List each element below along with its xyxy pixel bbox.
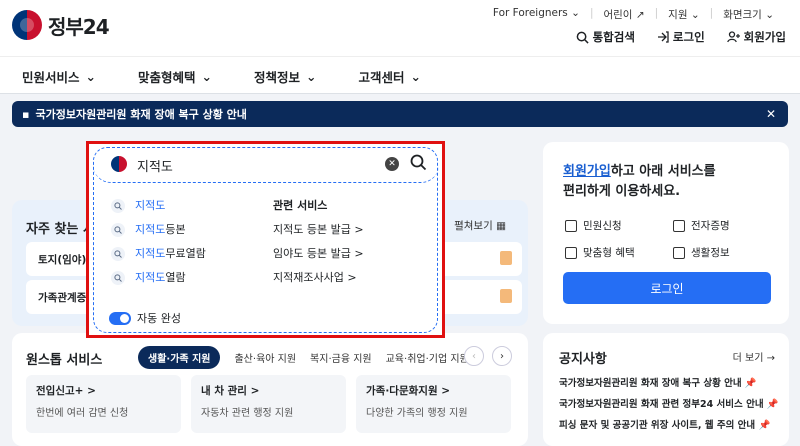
notice-item[interactable]: 국가정보자원관리원 화재 관련 정부24 서비스 안내 📌 — [559, 394, 779, 415]
one-stop-tile[interactable]: 내 차 관리 > 자동차 관련 행정 지원 — [191, 375, 346, 433]
font-size-menu[interactable]: 화면크기 ⌄ — [723, 7, 774, 22]
pin-icon: 📌 — [744, 378, 757, 389]
chevron-down-icon: ⌄ — [306, 69, 317, 84]
suggestion-list: 지적도 지적도등본 지적도무료열람 지적도열람 — [111, 194, 206, 290]
prev-icon[interactable]: ‹ — [464, 346, 484, 366]
quick-custom-benefits[interactable]: 맞춤형 혜택 — [565, 245, 673, 260]
one-stop-tabs: 생활·가족 지원 출산·육아 지원 복지·금융 지원 교육·취업·기업 지원 — [138, 346, 469, 369]
search-icon — [111, 199, 125, 213]
one-stop-tile[interactable]: 전입신고+ > 한번에 여러 감면 신청 — [26, 375, 181, 433]
chevron-down-icon: ⌄ — [690, 9, 700, 21]
one-stop-tile[interactable]: 가족·다문화지원 > 다양한 가족의 행정 지원 — [356, 375, 511, 433]
chevron-down-icon: ⌄ — [201, 69, 212, 84]
nav-civil-service[interactable]: 민원서비스 ⌄ — [22, 67, 96, 86]
nav-policy-info[interactable]: 정책정보 ⌄ — [254, 67, 317, 86]
search-icon — [111, 247, 125, 261]
login-button[interactable]: 로그인 — [563, 272, 771, 304]
site-logo[interactable]: 정부24 — [12, 10, 110, 40]
header: 정부24 For Foreigners ⌄ | 어린이 ↗ | 지원 ⌄ | 화… — [0, 0, 800, 56]
external-link-icon: ↗ — [635, 9, 645, 21]
signup-inline-link[interactable]: 회원가입 — [563, 164, 611, 179]
related-service-link[interactable]: 지적도 등본 발급 > — [273, 218, 364, 242]
notice-item[interactable]: 국가정보자원관리원 화재 장애 복구 상황 안내 📌 — [559, 373, 779, 394]
quick-e-certificate[interactable]: 전자증명 — [673, 218, 773, 233]
suggestion-item[interactable]: 지적도등본 — [111, 218, 206, 242]
kids-link[interactable]: 어린이 ↗ — [603, 7, 644, 22]
suggestion-item[interactable]: 지적도열람 — [111, 266, 206, 290]
close-icon[interactable]: ✕ — [766, 107, 776, 121]
related-service-link[interactable]: 지적재조사사업 > — [273, 266, 364, 290]
alert-bullet-icon: ▪ — [22, 107, 30, 121]
notice-more-link[interactable]: 더 보기 → — [733, 349, 775, 364]
bookmark-icon — [673, 246, 685, 259]
logo-text: 정부24 — [48, 14, 110, 39]
chevron-down-icon: ⌄ — [85, 69, 96, 84]
related-services-title: 관련 서비스 — [273, 199, 328, 212]
document-icon — [500, 289, 512, 303]
alert-text: 국가정보자원관리원 화재 장애 복구 상황 안내 — [35, 108, 247, 121]
tab-welfare-finance[interactable]: 복지·금융 지원 — [310, 350, 372, 365]
utility-links: For Foreigners ⌄ | 어린이 ↗ | 지원 ⌄ | 화면크기 ⌄ — [492, 7, 774, 22]
frequent-services-title: 자주 찾는 서 — [26, 222, 95, 237]
search-icon — [111, 223, 125, 237]
nav-customer-center[interactable]: 고객센터 ⌄ — [359, 67, 422, 86]
user-add-icon — [726, 31, 740, 43]
suggestion-item[interactable]: 지적도무료열람 — [111, 242, 206, 266]
search-input[interactable] — [137, 154, 367, 176]
tab-education-job[interactable]: 교육·취업·기업 지원 — [386, 350, 469, 365]
notice-item[interactable]: 피싱 문자 및 공공기관 위장 사이트, 웹 주의 안내 📌 — [559, 415, 779, 436]
gift-icon — [565, 246, 577, 259]
next-icon[interactable]: › — [492, 346, 512, 366]
one-stop-services-card: 원스톱 서비스 생활·가족 지원 출산·육아 지원 복지·금융 지원 교육·취업… — [12, 333, 528, 446]
autocomplete-toggle[interactable]: 자동 완성 — [109, 310, 181, 326]
search-icon — [111, 271, 125, 285]
one-stop-title: 원스톱 서비스 — [26, 353, 103, 368]
mail-icon — [565, 219, 577, 232]
related-service-link[interactable]: 임야도 등본 발급 > — [273, 242, 364, 266]
taegeuk-logo-icon — [111, 156, 127, 172]
clear-icon[interactable]: ✕ — [385, 157, 399, 171]
quick-services: 민원신청 전자증명 맞춤형 혜택 생활정보 — [565, 218, 773, 260]
notice-card: 공지사항 더 보기 → 국가정보자원관리원 화재 장애 복구 상황 안내 📌 국… — [543, 333, 789, 446]
search-bar: ✕ — [93, 147, 439, 183]
notice-list: 국가정보자원관리원 화재 장애 복구 상황 안내 📌 국가정보자원관리원 화재 … — [559, 373, 779, 436]
login-card: 회원가입하고 아래 서비스를 편리하게 이용하세요. 민원신청 전자증명 맞춤형… — [543, 142, 789, 324]
expand-button[interactable]: 펼쳐보기 ▦ — [454, 218, 506, 233]
chevron-down-icon: ⌄ — [765, 9, 774, 21]
alert-banner[interactable]: ▪ 국가정보자원관리원 화재 장애 복구 상황 안내 ✕ — [12, 101, 788, 127]
chevron-down-icon: ⌄ — [571, 7, 580, 19]
login-link[interactable]: 로그인 — [657, 29, 705, 45]
tab-birth-childcare[interactable]: 출산·육아 지원 — [234, 350, 296, 365]
for-foreigners-link[interactable]: For Foreigners ⌄ — [493, 7, 580, 22]
search-autocomplete-panel: ✕ 지적도 지적도등본 지적도무료열람 지적도열람 관련 서비스 지적도 등본 … — [86, 141, 445, 338]
search-icon — [576, 31, 589, 44]
nav-custom-benefits[interactable]: 맞춤형혜택 ⌄ — [138, 67, 212, 86]
suggestion-item[interactable]: 지적도 — [111, 194, 206, 218]
header-actions: 통합검색 로그인 회원가입 — [576, 29, 786, 45]
document-icon — [500, 251, 512, 265]
total-search-button[interactable]: 통합검색 — [576, 29, 635, 45]
notice-title: 공지사항 — [559, 352, 607, 367]
signup-link[interactable]: 회원가입 — [726, 29, 786, 45]
pin-icon: 📌 — [766, 399, 779, 410]
main-nav: 민원서비스 ⌄ 맞춤형혜택 ⌄ 정책정보 ⌄ 고객센터 ⌄ — [0, 56, 800, 94]
pin-icon: 📌 — [758, 420, 771, 431]
chevron-down-icon: ⌄ — [410, 69, 421, 84]
search-icon[interactable] — [410, 154, 427, 174]
grid-icon: ▦ — [496, 220, 506, 232]
toggle-switch[interactable] — [109, 311, 131, 325]
certificate-icon — [673, 219, 685, 232]
tab-life-family[interactable]: 생활·가족 지원 — [138, 346, 221, 369]
quick-life-info[interactable]: 생활정보 — [673, 245, 773, 260]
login-message: 회원가입하고 아래 서비스를 편리하게 이용하세요. — [563, 164, 716, 199]
quick-civil-application[interactable]: 민원신청 — [565, 218, 673, 233]
related-services: 관련 서비스 지적도 등본 발급 > 임야도 등본 발급 > 지적재조사사업 > — [273, 194, 364, 290]
login-icon — [657, 31, 669, 43]
support-menu[interactable]: 지원 ⌄ — [668, 7, 699, 22]
taegeuk-logo-icon — [12, 10, 42, 40]
